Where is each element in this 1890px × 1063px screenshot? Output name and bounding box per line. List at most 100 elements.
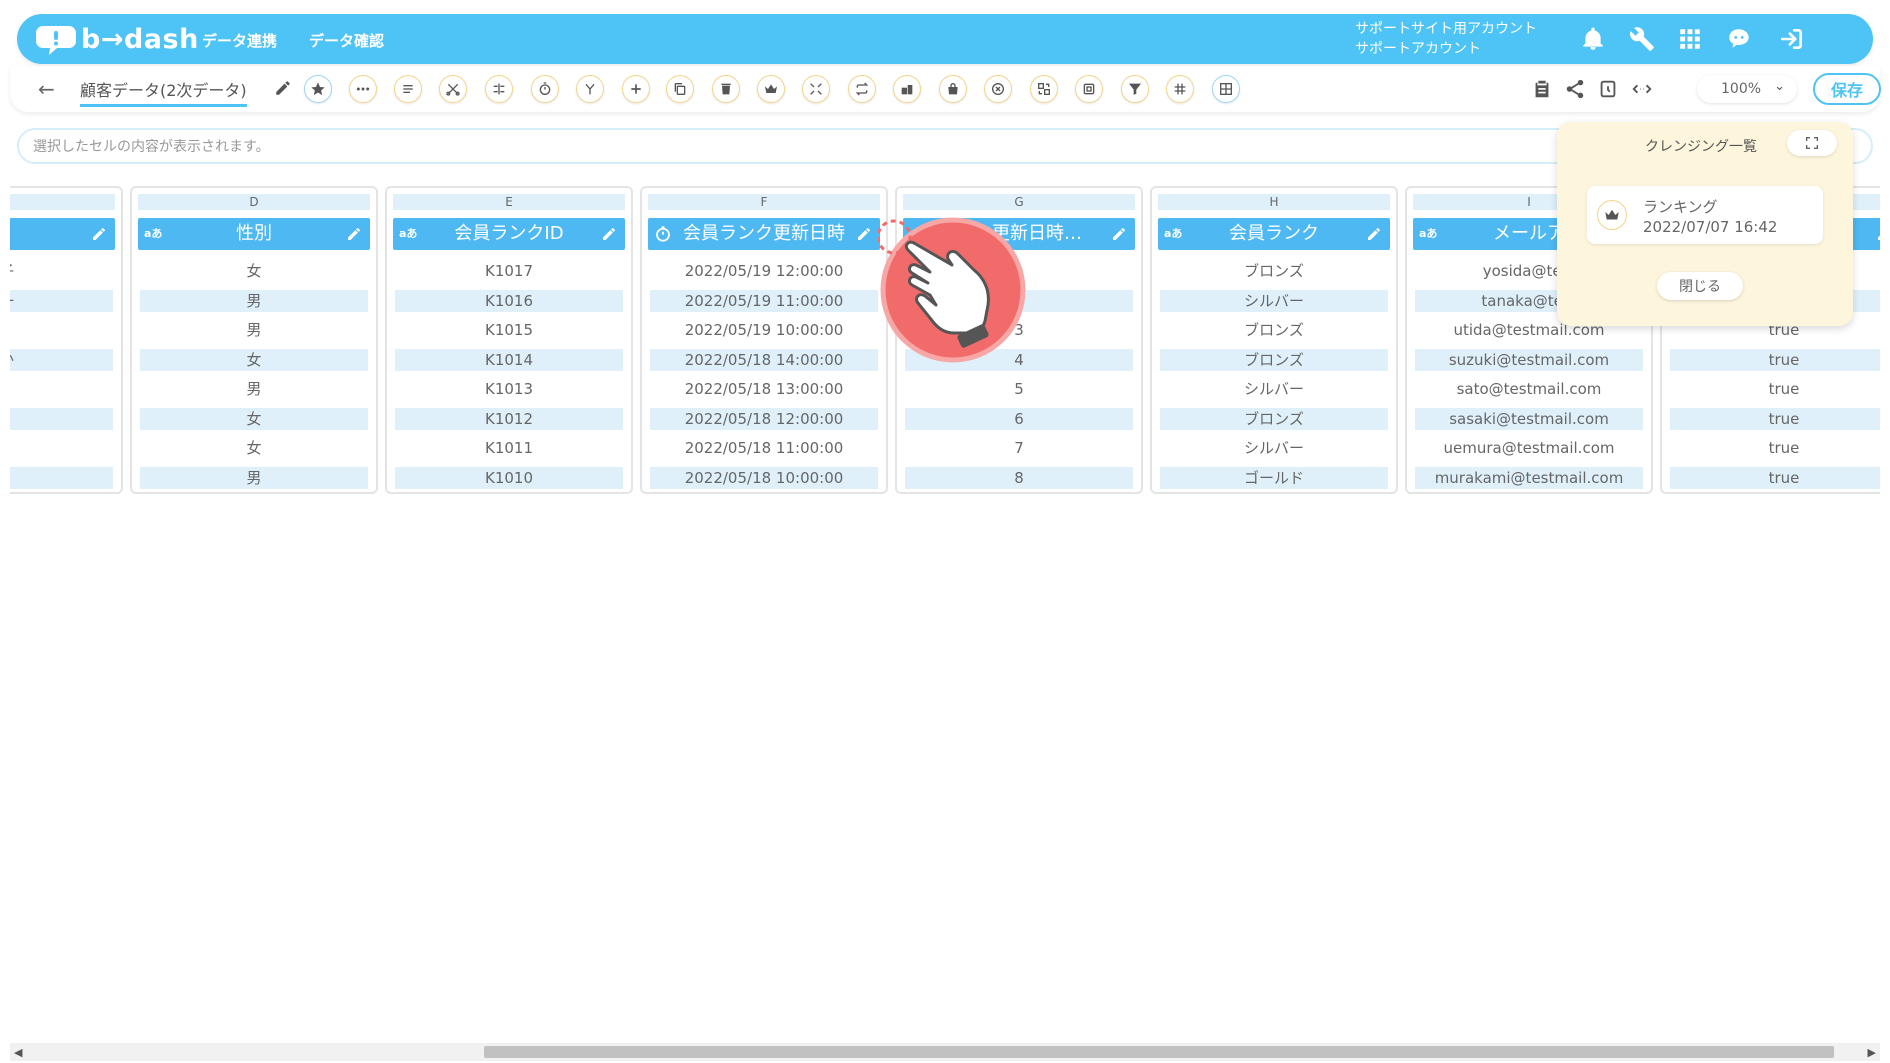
scroll-right-icon[interactable]: ▶ [1868,1046,1876,1059]
timer-icon[interactable] [531,75,559,103]
nav-data-integration[interactable]: データ連携 [202,30,277,51]
replace-icon[interactable] [1030,75,1058,103]
grid-cell[interactable]: 6 [905,407,1133,430]
back-arrow-icon[interactable]: ← [38,77,55,101]
column-letter[interactable]: D [138,194,370,210]
grid-cell[interactable]: sasaki@testmail.com [1415,407,1643,430]
grid-cell[interactable]: 夫 [10,466,113,489]
grid-cell[interactable]: ブロンズ [1160,260,1388,282]
grid-cell[interactable]: 男 [140,319,368,341]
grid-cell[interactable]: K1011 [395,437,623,459]
bell-icon[interactable] [1578,24,1608,54]
column-letter[interactable]: F [648,194,880,210]
grid-cell[interactable]: 8 [905,466,1133,489]
star-icon[interactable] [304,75,332,103]
title-edit-icon[interactable] [274,79,292,97]
grid-cell[interactable]: K1013 [395,378,623,400]
grid-cell[interactable]: true [1670,378,1880,400]
grid-cell[interactable]: 2022/05/18 13:00:00 [650,378,878,400]
column-letter[interactable]: C [10,194,115,210]
grid-cell[interactable]: 女 [140,348,368,371]
grid-cell[interactable]: ブロンズ [1160,407,1388,430]
grid-cell[interactable]: true [1670,407,1880,430]
page-title[interactable]: 顧客データ(2次データ) [80,77,247,107]
pencil-icon[interactable] [346,226,362,242]
list-icon[interactable] [394,75,422,103]
expand-icon[interactable] [1787,130,1837,156]
grid-cell[interactable]: K1012 [395,407,623,430]
grid-cell[interactable]: 女 [140,437,368,459]
column-letter[interactable]: E [393,194,625,210]
grid-apps-icon[interactable] [1675,24,1705,54]
dots-icon[interactable] [349,75,377,103]
grid-cell[interactable]: 2022/05/18 10:00:00 [650,466,878,489]
grid-cell[interactable]: ブロンズ [1160,348,1388,371]
hash-icon[interactable] [1166,75,1194,103]
zoom-select[interactable]: 100% ⌄ [1697,75,1797,103]
horizontal-scrollbar[interactable]: ◀ ▶ [10,1043,1880,1061]
grid-cell[interactable]: true [1670,466,1880,489]
code-icon[interactable] [1628,75,1656,103]
cleansing-item[interactable]: ランキング 2022/07/07 16:42 [1587,186,1823,244]
grid-cell[interactable]: ずか [10,348,113,371]
grid-cell[interactable]: uemura@testmail.com [1415,437,1643,459]
plus-icon[interactable] [622,75,650,103]
compress-icon[interactable] [802,75,830,103]
clipboard-icon[interactable] [1528,75,1556,103]
crown-icon[interactable] [757,75,785,103]
pencil-icon[interactable] [91,226,107,242]
grid-cell[interactable]: K1016 [395,289,623,312]
repeat-icon[interactable] [848,75,876,103]
grid-cell[interactable]: シルバー [1160,378,1388,400]
cancel-icon[interactable] [984,75,1012,103]
grid-cell[interactable]: K1014 [395,348,623,371]
nav-data-check[interactable]: データ確認 [309,30,384,51]
help-bot-icon[interactable] [1724,24,1754,54]
pencil-icon[interactable] [856,226,872,242]
grid-cell[interactable]: 女 [140,407,368,430]
grid-cell[interactable]: 太 [10,407,113,430]
grid-cell[interactable]: 2022/05/19 12:00:00 [650,260,878,282]
grid-cell[interactable]: 男 [140,466,368,489]
pencil-icon[interactable] [1876,226,1880,242]
grid-cell[interactable]: true [1670,437,1880,459]
pencil-icon[interactable] [1366,226,1382,242]
column-header[interactable]: aあ 会員ランクID [393,218,625,250]
history-icon[interactable] [1594,75,1622,103]
pencil-icon[interactable] [1111,226,1127,242]
grid-cell[interactable]: 男 [140,378,368,400]
column-letter[interactable]: G [903,194,1135,210]
account-info[interactable]: サポートサイト用アカウント サポートアカウント [1355,19,1537,59]
column-header[interactable]: aあ名 [10,218,115,250]
grid-cell[interactable]: 男 [140,289,368,312]
wrench-icon[interactable] [1627,24,1657,54]
copy-icon[interactable] [666,75,694,103]
grid-cell[interactable]: ブロンズ [1160,319,1388,341]
frame-icon[interactable] [1075,75,1103,103]
grid-cell[interactable]: 7 [905,437,1133,459]
filter-icon[interactable] [1121,75,1149,103]
grid-cell[interactable]: 美子 [10,260,113,282]
grid-cell[interactable]: sato@testmail.com [1415,378,1643,400]
grid-cell[interactable]: 女 [140,260,368,282]
save-button[interactable]: 保存 [1813,73,1881,105]
logout-icon[interactable] [1777,24,1807,54]
grid-cell[interactable]: K1017 [395,260,623,282]
grid-cell[interactable]: シルバー [1160,437,1388,459]
grid-cell[interactable]: ゴールド [1160,466,1388,489]
grid-cell[interactable]: 5 [905,378,1133,400]
scrollbar-thumb[interactable] [484,1046,1834,1058]
grid-cell[interactable]: K1010 [395,466,623,489]
column-header[interactable]: aあ 性別 [138,218,370,250]
grid-cell[interactable]: 奈 [10,378,113,400]
grid-cell[interactable]: 2022/05/19 11:00:00 [650,289,878,312]
cut-icon[interactable] [439,75,467,103]
scroll-left-icon[interactable]: ◀ [14,1046,22,1059]
grid-cell[interactable]: 2022/05/18 11:00:00 [650,437,878,459]
column-letter[interactable]: H [1158,194,1390,210]
grid-cell[interactable]: 2022/05/18 14:00:00 [650,348,878,371]
grid-cell[interactable]: 瞳 [10,437,113,459]
grid-cell[interactable]: 寛 [10,319,113,341]
share-icon[interactable] [1561,75,1589,103]
grid-cell[interactable]: true [1670,348,1880,371]
